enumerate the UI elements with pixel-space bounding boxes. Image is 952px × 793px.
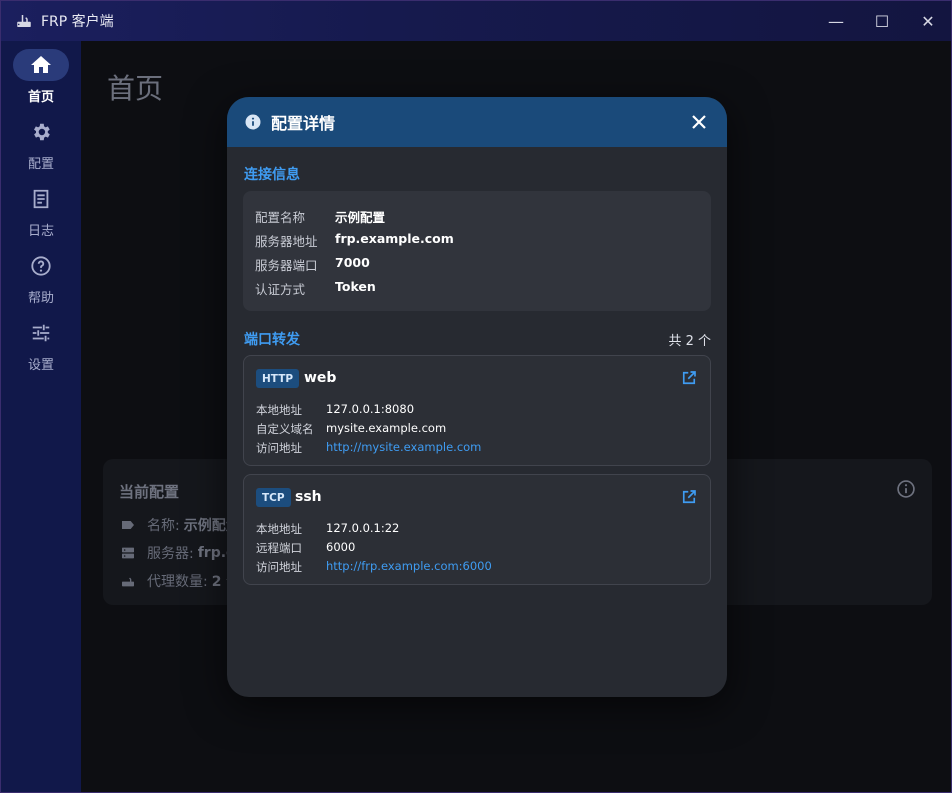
ports-section-title: 端口转发: [244, 332, 300, 348]
connection-value: frp.example.com: [335, 231, 454, 246]
proxy-key: 访问地址: [256, 441, 302, 455]
proxy-key: 本地地址: [256, 403, 302, 417]
connection-section-title: 连接信息: [244, 167, 300, 183]
ports-count: 共 2 个: [668, 334, 711, 349]
proxy-row: 访问地址 http://mysite.example.com: [256, 440, 481, 456]
proxy-row: 本地地址 127.0.0.1:8080: [256, 402, 414, 418]
proxy-value: 6000: [326, 540, 356, 554]
dialog-header: 配置详情: [227, 97, 727, 147]
open-external-icon[interactable]: [680, 369, 698, 387]
open-external-icon[interactable]: [680, 488, 698, 506]
proxy-card-ssh: TCP ssh 本地地址 127.0.0.1:22 远程端口 6000 访问地址…: [243, 474, 711, 585]
proxy-row: 访问地址 http://frp.example.com:6000: [256, 559, 492, 575]
connection-row-server-port: 服务器端口 7000: [255, 255, 370, 274]
dialog-close-button[interactable]: [687, 110, 711, 134]
close-icon: [692, 115, 706, 129]
connection-value: 7000: [335, 255, 370, 270]
proxy-card-web: HTTP web 本地地址 127.0.0.1:8080 自定义域名 mysit…: [243, 355, 711, 466]
dialog-title: 配置详情: [271, 114, 336, 133]
connection-value: Token: [335, 279, 376, 294]
proxy-row: 自定义域名 mysite.example.com: [256, 421, 446, 437]
connection-value: 示例配置: [335, 210, 386, 225]
proxy-key: 远程端口: [256, 541, 302, 555]
proxy-value: 127.0.0.1:22: [326, 521, 400, 535]
proxy-type-badge: TCP: [256, 488, 291, 507]
connection-info-box: 配置名称 示例配置 服务器地址 frp.example.com 服务器端口 70…: [243, 191, 711, 311]
proxy-value: mysite.example.com: [326, 421, 447, 435]
proxy-row: 本地地址 127.0.0.1:22: [256, 521, 399, 537]
proxy-name: web: [304, 370, 337, 386]
proxy-key: 本地地址: [256, 522, 302, 536]
proxy-key: 访问地址: [256, 560, 302, 574]
connection-key: 服务器端口: [255, 258, 318, 273]
proxy-value: 127.0.0.1:8080: [326, 402, 415, 416]
connection-row-name: 配置名称 示例配置: [255, 207, 385, 226]
connection-row-server-address: 服务器地址 frp.example.com: [255, 231, 454, 250]
proxy-access-link[interactable]: http://mysite.example.com: [326, 440, 481, 456]
proxy-key: 自定义域名: [256, 422, 314, 436]
info-icon: [245, 114, 261, 130]
proxy-access-link[interactable]: http://frp.example.com:6000: [326, 559, 492, 575]
proxy-type-badge: HTTP: [256, 369, 300, 388]
config-detail-dialog: 配置详情 连接信息 配置名称 示例配置 服务器地址 frp.example.co…: [227, 97, 727, 697]
connection-key: 服务器地址: [255, 234, 318, 249]
proxy-row: 远程端口 6000: [256, 540, 355, 556]
connection-key: 配置名称: [255, 210, 306, 225]
app-window: FRP 客户端 — ☐ ✕ 首页 配置 日志 帮助 设置 首页 当前配置 名称:…: [0, 0, 952, 793]
connection-row-auth: 认证方式 Token: [255, 279, 376, 298]
connection-key: 认证方式: [255, 282, 306, 297]
proxy-name: ssh: [295, 489, 322, 505]
